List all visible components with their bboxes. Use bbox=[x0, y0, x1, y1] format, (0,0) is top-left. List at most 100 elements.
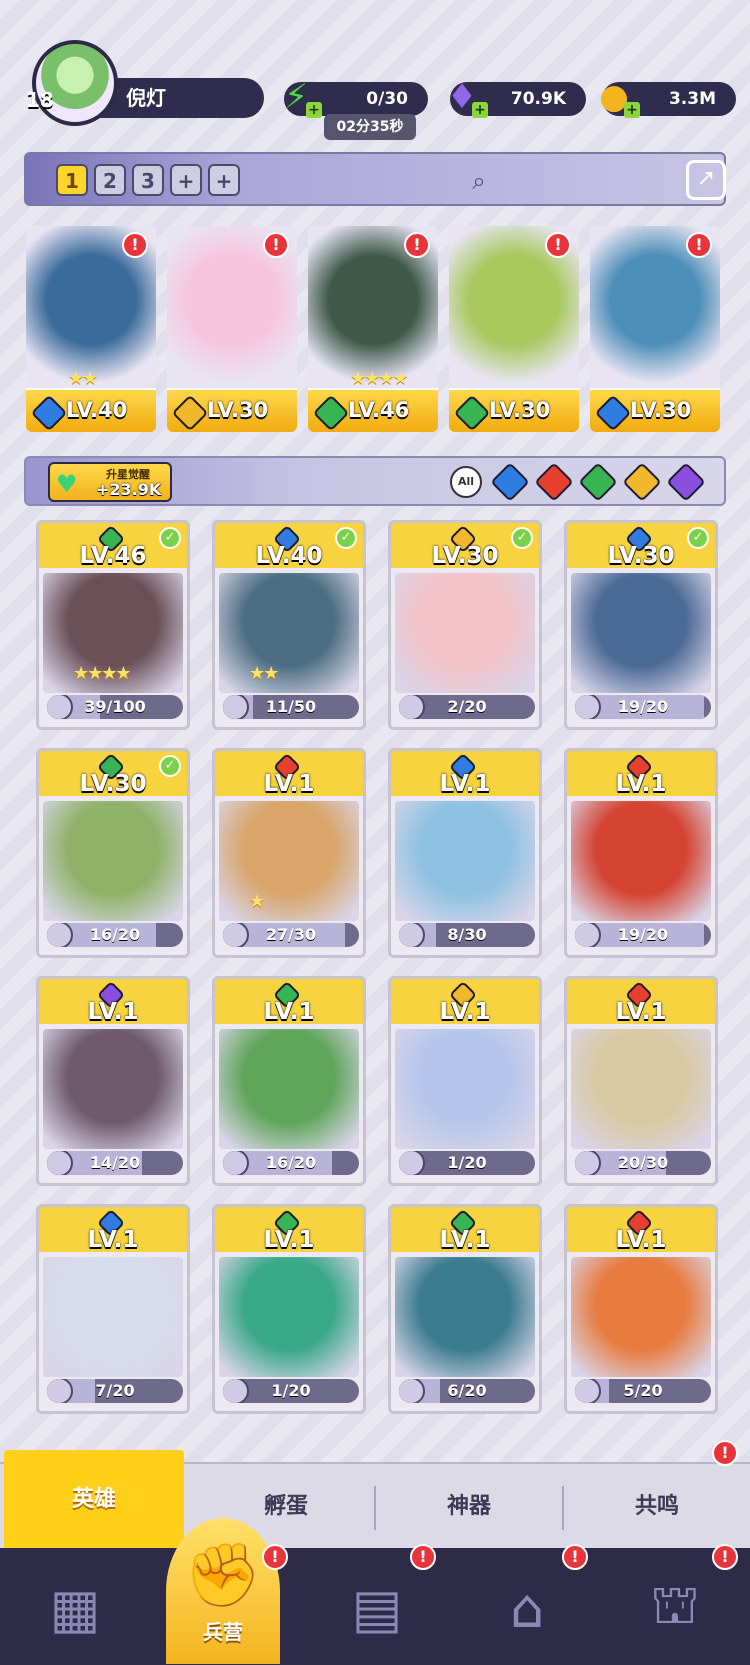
hero-card[interactable]: LV.1 8/30 bbox=[388, 748, 542, 958]
hero-portrait bbox=[43, 1029, 183, 1149]
hero-portrait bbox=[571, 573, 711, 693]
add-gold-icon[interactable]: + bbox=[624, 102, 640, 118]
fragment-icon bbox=[575, 1151, 601, 1175]
hero-level: LV.1 bbox=[439, 1227, 491, 1253]
hero-portrait bbox=[395, 801, 535, 921]
fragment-progress: 27/30 bbox=[223, 923, 359, 947]
slot-level: LV.30 bbox=[207, 398, 269, 422]
fragment-progress: 11/50 bbox=[223, 695, 359, 719]
hero-card[interactable]: LV.1 16/20 bbox=[212, 976, 366, 1186]
hero-card[interactable]: ✓ LV.30 2/20 bbox=[388, 520, 542, 730]
team-tab-2[interactable]: 2 bbox=[94, 164, 126, 196]
fragment-progress: 2/20 bbox=[399, 695, 535, 719]
hero-card[interactable]: ✓ LV.30 19/20 bbox=[564, 520, 718, 730]
nav-barracks[interactable]: ✊ 兵营 bbox=[166, 1518, 280, 1664]
hero-stars: ★ bbox=[249, 891, 265, 912]
hero-level: LV.1 bbox=[439, 999, 491, 1025]
nav-cards[interactable]: ▦ bbox=[30, 1568, 120, 1648]
hero-portrait bbox=[571, 1029, 711, 1149]
hero-card[interactable]: ✓ LV.30 16/20 bbox=[36, 748, 190, 958]
team-slot[interactable]: ★★★★ ! LV.46 bbox=[308, 226, 438, 432]
fragment-icon bbox=[575, 695, 601, 719]
player-level: 18 bbox=[26, 88, 54, 112]
filter-light-icon[interactable] bbox=[622, 462, 662, 502]
slot-alert-badge: ! bbox=[263, 232, 289, 258]
share-icon[interactable]: ↗ bbox=[686, 160, 726, 200]
heart-icon: ♥ bbox=[56, 470, 78, 498]
sub-tab-bar: 英雄 孵蛋 神器 共鸣 ! bbox=[0, 1440, 750, 1550]
fragment-progress: 39/100 bbox=[47, 695, 183, 719]
gem-counter[interactable]: ♦ + 70.9K bbox=[447, 80, 586, 118]
hero-card[interactable]: LV.1 20/30 bbox=[564, 976, 718, 1186]
awaken-value: +23.9K bbox=[96, 480, 162, 499]
fragment-progress: 5/20 bbox=[575, 1379, 711, 1403]
barracks-alert-badge: ! bbox=[262, 1544, 288, 1570]
hero-card[interactable]: LV.1 7/20 bbox=[36, 1204, 190, 1414]
team-tab-1[interactable]: 1 bbox=[56, 164, 88, 196]
filter-water-icon[interactable] bbox=[490, 462, 530, 502]
hero-card[interactable]: LV.1 1/20 bbox=[388, 976, 542, 1186]
team-tab-add-2[interactable]: + bbox=[208, 164, 240, 196]
fragment-progress: 20/30 bbox=[575, 1151, 711, 1175]
nav-tower[interactable]: ⛫ bbox=[630, 1568, 720, 1648]
gold-value: 3.3M bbox=[668, 89, 716, 109]
hero-portrait bbox=[395, 1257, 535, 1377]
filter-all-button[interactable]: All bbox=[450, 466, 482, 498]
add-gems-icon[interactable]: + bbox=[472, 102, 488, 118]
hero-card[interactable]: LV.1 19/20 bbox=[564, 748, 718, 958]
team-tab-3[interactable]: 3 bbox=[132, 164, 164, 196]
hero-stars: ★★★★ bbox=[73, 663, 132, 684]
nav-temple[interactable]: ⌂ bbox=[482, 1568, 572, 1648]
tab-heroes[interactable]: 英雄 bbox=[4, 1450, 184, 1550]
element-wind-icon bbox=[453, 394, 491, 432]
fragment-progress: 7/20 bbox=[47, 1379, 183, 1403]
barracks-icon: ✊ bbox=[184, 1537, 262, 1611]
slot-level-bar: LV.40 bbox=[26, 388, 156, 432]
hero-portrait bbox=[219, 573, 359, 693]
hero-card[interactable]: LV.1 1/20 bbox=[212, 1204, 366, 1414]
tab-resonance[interactable]: 共鸣 bbox=[564, 1464, 750, 1550]
hero-level: LV.1 bbox=[87, 999, 139, 1025]
fragment-progress: 14/20 bbox=[47, 1151, 183, 1175]
slot-level-bar: LV.30 bbox=[449, 388, 579, 432]
add-energy-icon[interactable]: + bbox=[306, 102, 322, 118]
bottom-nav: ▦ ✊ 兵营 ! ▤ ! ⌂ ! ⛫ ! bbox=[0, 1518, 750, 1665]
hero-level: LV.46 bbox=[79, 543, 147, 569]
hero-card[interactable]: LV.1 5/20 bbox=[564, 1204, 718, 1414]
team-slot[interactable]: ! LV.30 bbox=[449, 226, 579, 432]
hero-portrait bbox=[395, 573, 535, 693]
team-slot[interactable]: ! LV.30 bbox=[590, 226, 720, 432]
awaken-bonus-button[interactable]: ♥ 升星觉醒 +23.9K bbox=[48, 462, 172, 502]
hero-level: LV.1 bbox=[263, 1227, 315, 1253]
team-tab-add-1[interactable]: + bbox=[170, 164, 202, 196]
fragment-icon bbox=[223, 923, 249, 947]
filter-fire-icon[interactable] bbox=[534, 462, 574, 502]
slot-alert-badge: ! bbox=[686, 232, 712, 258]
hero-card[interactable]: LV.1 14/20 bbox=[36, 976, 190, 1186]
hero-portrait bbox=[571, 1257, 711, 1377]
hero-card[interactable]: ✓ LV.40 ★★ 11/50 bbox=[212, 520, 366, 730]
filter-dark-icon[interactable] bbox=[666, 462, 706, 502]
search-icon[interactable]: ⌕ bbox=[464, 166, 494, 196]
fragment-progress: 16/20 bbox=[47, 923, 183, 947]
team-slot[interactable]: ! LV.30 bbox=[167, 226, 297, 432]
hero-card[interactable]: LV.1 6/20 bbox=[388, 1204, 542, 1414]
fragment-icon bbox=[47, 1151, 73, 1175]
game-screen: 倪灯 18 ⚡ + 0/30 02分35秒 ♦ + 70.9K ● + 3.3M… bbox=[0, 0, 750, 1665]
tab-artifacts[interactable]: 神器 bbox=[376, 1464, 562, 1550]
fragment-icon bbox=[223, 1379, 249, 1403]
fragment-progress: 8/30 bbox=[399, 923, 535, 947]
energy-counter[interactable]: ⚡ + 0/30 bbox=[284, 80, 428, 118]
fragment-progress: 19/20 bbox=[575, 923, 711, 947]
fragment-icon bbox=[47, 923, 73, 947]
cards-icon: ▦ bbox=[49, 1576, 101, 1640]
hero-level: LV.1 bbox=[439, 771, 491, 797]
hero-stars: ★★ bbox=[68, 368, 98, 389]
team-slot[interactable]: ★★ ! LV.40 bbox=[26, 226, 156, 432]
nav-map[interactable]: ▤ bbox=[332, 1568, 422, 1648]
filter-wind-icon[interactable] bbox=[578, 462, 618, 502]
map-alert-badge: ! bbox=[410, 1544, 436, 1570]
gold-counter[interactable]: ● + 3.3M bbox=[599, 80, 736, 118]
hero-card[interactable]: LV.1 ★ 27/30 bbox=[212, 748, 366, 958]
hero-card[interactable]: ✓ LV.46 ★★★★ 39/100 bbox=[36, 520, 190, 730]
